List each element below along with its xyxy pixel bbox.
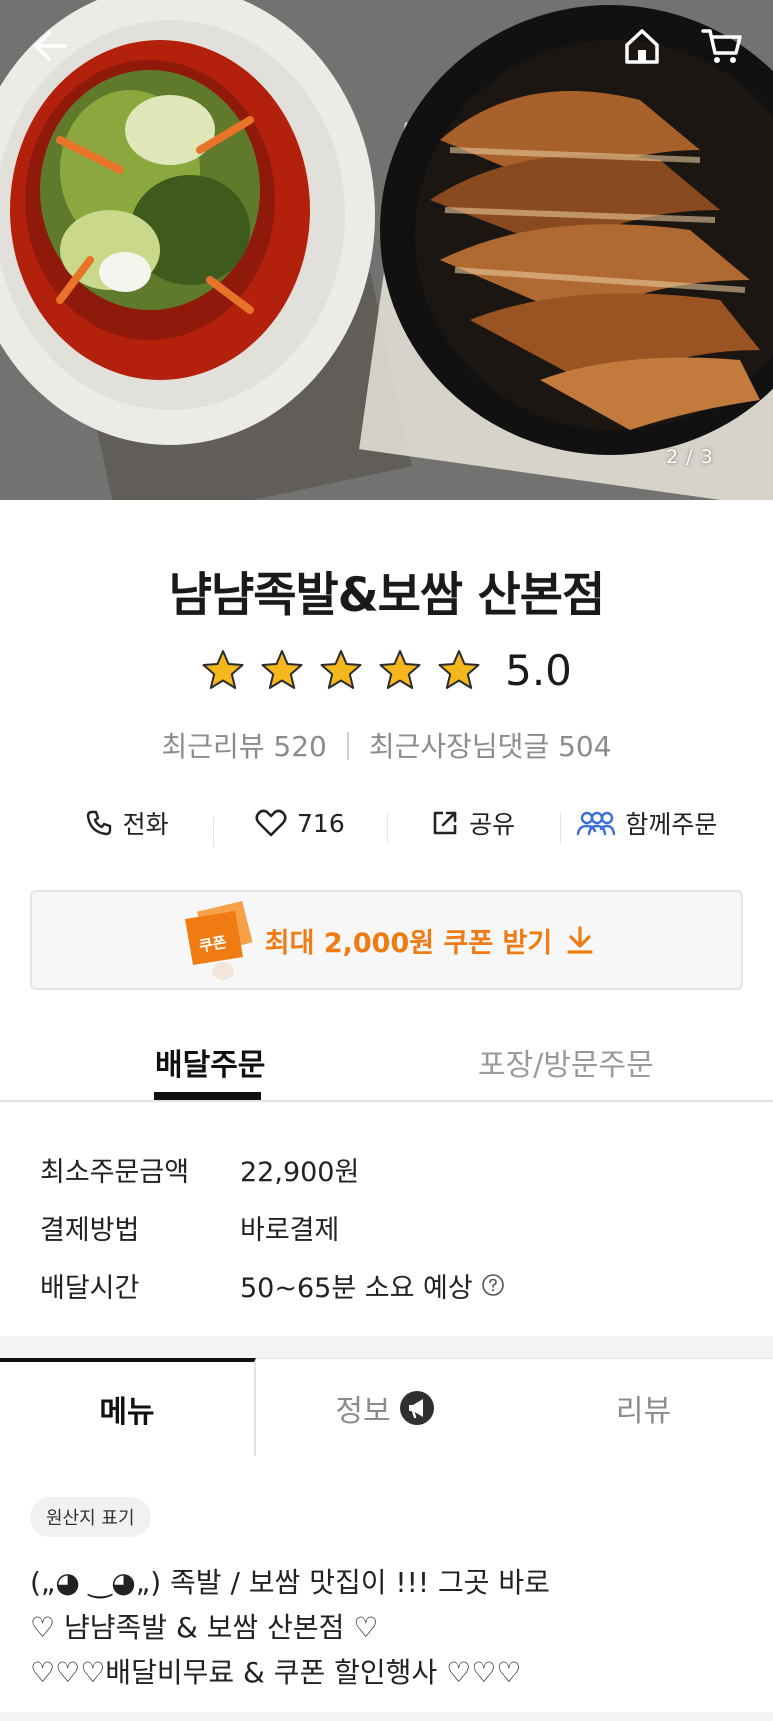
coupon-download-button[interactable]: 쿠폰 최대 2,000원 쿠폰 받기 bbox=[30, 890, 743, 990]
content-tabs: 메뉴 정보 리뷰 bbox=[0, 1358, 773, 1456]
intro-line-2: ♡ 냠냠족발 & 보쌈 산본점 ♡ bbox=[30, 1611, 379, 1644]
back-arrow-icon bbox=[34, 31, 67, 61]
megaphone-icon bbox=[399, 1390, 434, 1425]
coupon-ticket-icon: 쿠폰 bbox=[184, 900, 253, 980]
delivery-time-row: 배달시간 50~65분 소요 예상 bbox=[40, 1256, 740, 1314]
order-type-tabs: 배달주문 포장/방문주문 bbox=[0, 1030, 773, 1102]
owner-replies-link[interactable]: 최근사장님댓글 504 bbox=[369, 730, 612, 763]
star-icon bbox=[261, 650, 303, 689]
carousel-pager: 2 / 3 bbox=[666, 446, 714, 468]
share-button[interactable]: 공유 bbox=[386, 805, 560, 843]
store-name: 냠냠족발&보쌈 산본점 bbox=[168, 568, 606, 623]
active-tab-indicator bbox=[154, 1092, 261, 1100]
help-icon[interactable] bbox=[481, 1273, 505, 1297]
star-rating bbox=[201, 648, 481, 692]
delivery-time-value-group: 50~65분 소요 예상 bbox=[240, 1266, 505, 1305]
group-order-label: 함께주문 bbox=[625, 810, 718, 839]
hero-image-carousel[interactable]: 2 / 3 bbox=[0, 0, 773, 500]
tab-review-label: 리뷰 bbox=[615, 1393, 672, 1429]
cart-icon bbox=[701, 29, 742, 63]
tab-pickup[interactable]: 포장/방문주문 bbox=[478, 1040, 654, 1084]
recent-reviews-link[interactable]: 최근리뷰 520 bbox=[161, 730, 326, 763]
call-label: 전화 bbox=[122, 810, 169, 839]
like-button[interactable]: 716 bbox=[213, 808, 386, 847]
intro-line-1: („◕ ‿◕„) 족발 / 보쌈 맛집이 !!! 그곳 바로 bbox=[30, 1566, 550, 1599]
share-label: 공유 bbox=[469, 810, 516, 839]
home-button[interactable] bbox=[612, 20, 672, 72]
store-actions: 전화 716 공유 함께주문 bbox=[40, 800, 733, 847]
delivery-time-label: 배달시간 bbox=[40, 1272, 140, 1304]
back-button[interactable] bbox=[20, 20, 80, 72]
bottom-divider bbox=[0, 1712, 773, 1721]
tab-menu[interactable]: 메뉴 bbox=[0, 1358, 256, 1456]
order-info: 최소주문금액 22,900원 결제방법 바로결제 배달시간 50~65분 소요 … bbox=[40, 1140, 740, 1314]
phone-icon bbox=[86, 810, 111, 836]
delivery-time-value: 50~65분 소요 예상 bbox=[240, 1272, 473, 1304]
tab-info[interactable]: 정보 bbox=[256, 1358, 514, 1456]
origin-label-chip[interactable]: 원산지 표기 bbox=[30, 1497, 151, 1537]
divider bbox=[346, 732, 349, 760]
intro-line-3: ♡♡♡배달비무료 & 쿠폰 할인행사 ♡♡♡ bbox=[30, 1656, 522, 1689]
tab-review[interactable]: 리뷰 bbox=[514, 1358, 773, 1456]
min-order-label: 최소주문금액 bbox=[40, 1156, 190, 1188]
heart-icon bbox=[255, 809, 287, 837]
star-icon bbox=[379, 650, 421, 689]
section-divider bbox=[0, 1336, 773, 1358]
coupon-label: 최대 2,000원 쿠폰 받기 bbox=[264, 927, 553, 959]
star-icon bbox=[320, 650, 362, 689]
tab-menu-label: 메뉴 bbox=[99, 1395, 155, 1430]
min-order-row: 최소주문금액 22,900원 bbox=[40, 1140, 740, 1198]
rating-value: 5.0 bbox=[505, 645, 572, 695]
cart-button[interactable] bbox=[692, 20, 752, 72]
like-count: 716 bbox=[297, 808, 345, 838]
share-icon bbox=[433, 811, 457, 835]
payment-label: 결제방법 bbox=[40, 1214, 140, 1246]
home-icon bbox=[625, 29, 659, 64]
call-button[interactable]: 전화 bbox=[40, 805, 213, 841]
review-summary: 최근리뷰 520 최근사장님댓글 504 bbox=[0, 725, 773, 765]
tab-delivery[interactable]: 배달주문 bbox=[155, 1040, 265, 1084]
tab-info-label: 정보 bbox=[335, 1393, 391, 1429]
star-icon bbox=[438, 650, 480, 689]
group-users-icon bbox=[577, 811, 616, 836]
group-order-button[interactable]: 함께주문 bbox=[559, 805, 733, 843]
star-icon bbox=[202, 650, 244, 689]
store-intro: („◕ ‿◕„) 족발 / 보쌈 맛집이 !!! 그곳 바로 ♡ 냠냠족발 & … bbox=[30, 1560, 750, 1695]
min-order-value: 22,900원 bbox=[240, 1156, 360, 1188]
rating-row: 5.0 bbox=[0, 640, 773, 700]
payment-row: 결제방법 바로결제 bbox=[40, 1198, 740, 1256]
payment-value: 바로결제 bbox=[240, 1214, 340, 1246]
download-arrow-icon bbox=[567, 926, 593, 954]
food-photo bbox=[0, 0, 773, 500]
